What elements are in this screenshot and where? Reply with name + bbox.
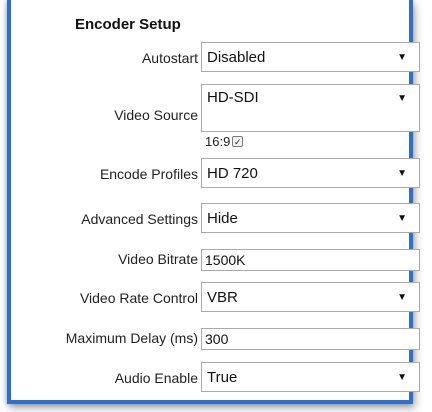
aspect-ratio-label: 16:9 [205,134,231,149]
audio-enable-label: Audio Enable [114,370,198,386]
encode-profiles-value: HD 720 [207,165,258,182]
maximum-delay-input[interactable]: 300 [201,328,420,350]
chevron-down-icon: ▼ [397,213,407,224]
video-rate-control-select[interactable]: VBR ▼ [201,282,420,312]
aspect-ratio-checkbox[interactable]: ✓ [232,136,244,147]
autostart-select[interactable]: Disabled ▼ [201,42,420,72]
autostart-label: Autostart [141,50,198,66]
advanced-settings-value: Hide [207,210,238,227]
video-bitrate-label: Video Bitrate [118,251,198,267]
checkmark-icon: ✓ [234,137,242,147]
audio-enable-value: True [207,369,238,386]
video-rate-control-value: VBR [207,289,238,306]
aspect-ratio-option: 16:9 ✓ [205,134,244,149]
video-bitrate-input[interactable]: 1500K [201,249,420,271]
video-source-select[interactable]: HD-SDI ▼ [201,84,420,132]
encode-profiles-select[interactable]: HD 720 ▼ [201,158,420,188]
chevron-down-icon: ▼ [397,292,407,303]
panel-title: Encoder Setup [75,16,181,33]
encode-profiles-label: Encode Profiles [99,166,198,182]
chevron-down-icon: ▼ [397,168,407,179]
advanced-settings-select[interactable]: Hide ▼ [201,203,420,233]
video-source-value: HD-SDI [207,89,259,106]
encoder-setup-panel: Encoder Setup Autostart Disabled ▼ Video… [7,0,420,404]
video-rate-control-label: Video Rate Control [79,290,198,306]
video-source-label: Video Source [114,107,198,123]
maximum-delay-label: Maximum Delay (ms) [65,330,198,346]
chevron-down-icon: ▼ [397,52,407,63]
chevron-down-icon: ▼ [397,93,407,104]
advanced-settings-label: Advanced Settings [81,211,198,227]
audio-enable-select[interactable]: True ▼ [201,362,420,392]
chevron-down-icon: ▼ [397,372,407,383]
autostart-value: Disabled [207,49,266,66]
